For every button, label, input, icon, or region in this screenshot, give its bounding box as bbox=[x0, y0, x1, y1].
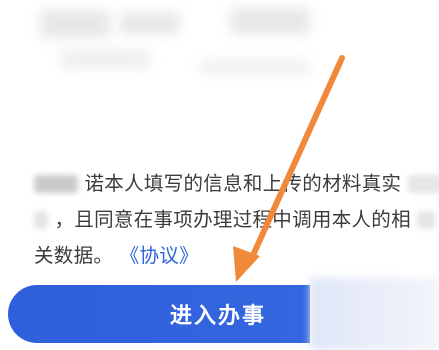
annotation-arrow-icon bbox=[233, 55, 345, 282]
arrow-shaft bbox=[247, 55, 345, 265]
